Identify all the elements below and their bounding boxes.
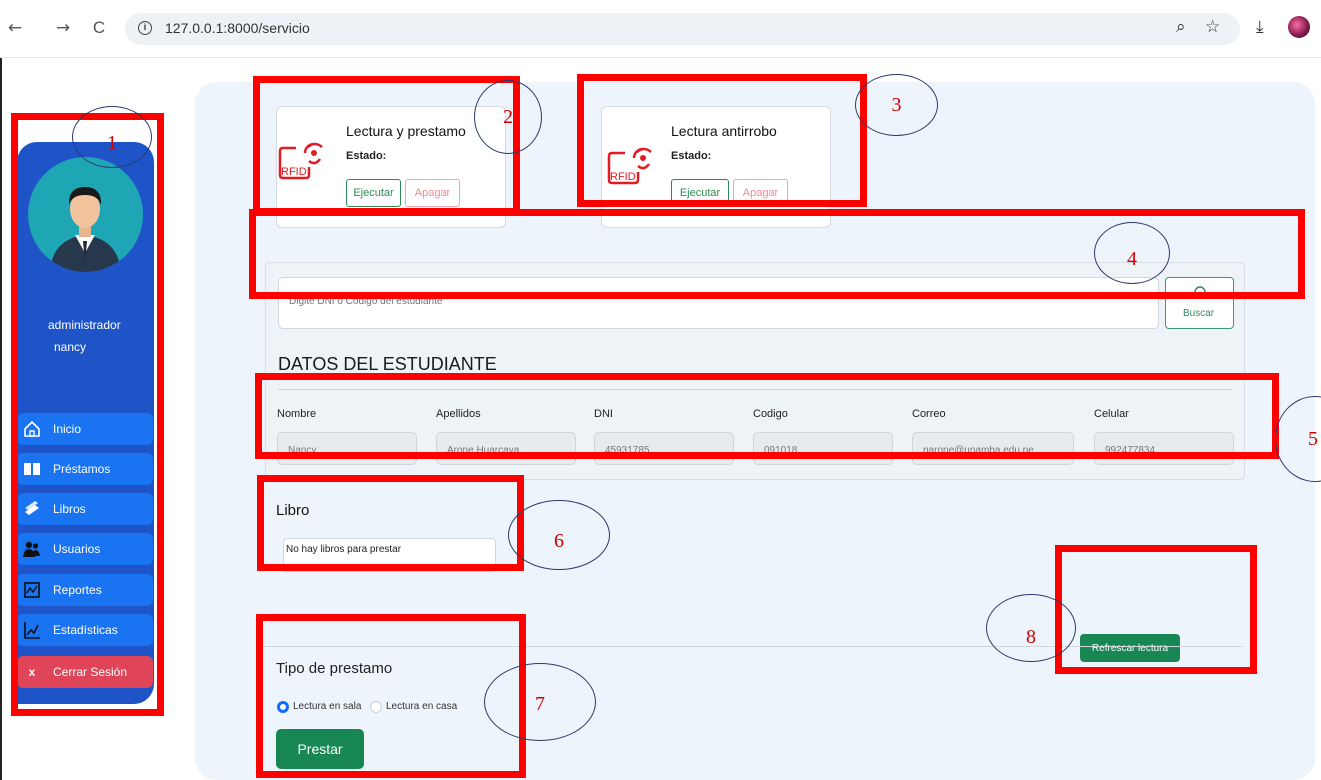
annotation-circle-4: 4 — [1094, 222, 1170, 284]
annotation-circle-8: 8 — [986, 594, 1076, 662]
annotation-circle-1: 1 — [72, 106, 152, 168]
student-data-heading: DATOS DEL ESTUDIANTE — [278, 354, 497, 374]
annotation-circle-7: 7 — [484, 663, 596, 741]
page: { "browser": { "url": "127.0.0.1:8000/se… — [0, 0, 1321, 780]
forward-icon[interactable]: → — [52, 18, 74, 38]
annotation-circle-3: 3 — [855, 74, 938, 136]
url-text[interactable]: 127.0.0.1:8000/servicio — [165, 20, 310, 36]
download-icon[interactable]: ⤓ — [1256, 17, 1264, 37]
reload-icon[interactable]: C — [88, 18, 110, 38]
annotation-box-1 — [11, 113, 164, 716]
back-icon[interactable]: ← — [4, 18, 26, 38]
profile-avatar-icon[interactable] — [1288, 16, 1310, 38]
site-info-icon[interactable]: i — [138, 21, 152, 35]
annotation-box-3 — [577, 74, 867, 207]
left-border — [0, 58, 2, 780]
buscar-label: Buscar — [1183, 308, 1215, 319]
zoom-icon[interactable]: ⌕ — [1176, 17, 1186, 37]
annotation-box-8 — [1055, 545, 1257, 674]
annotation-circle-2: 2 — [474, 80, 542, 154]
annotation-box-6 — [257, 475, 524, 571]
annotation-box-5 — [255, 373, 1279, 459]
bookmark-star-icon[interactable]: ☆ — [1205, 17, 1220, 37]
annotation-circle-6: 6 — [508, 500, 610, 570]
